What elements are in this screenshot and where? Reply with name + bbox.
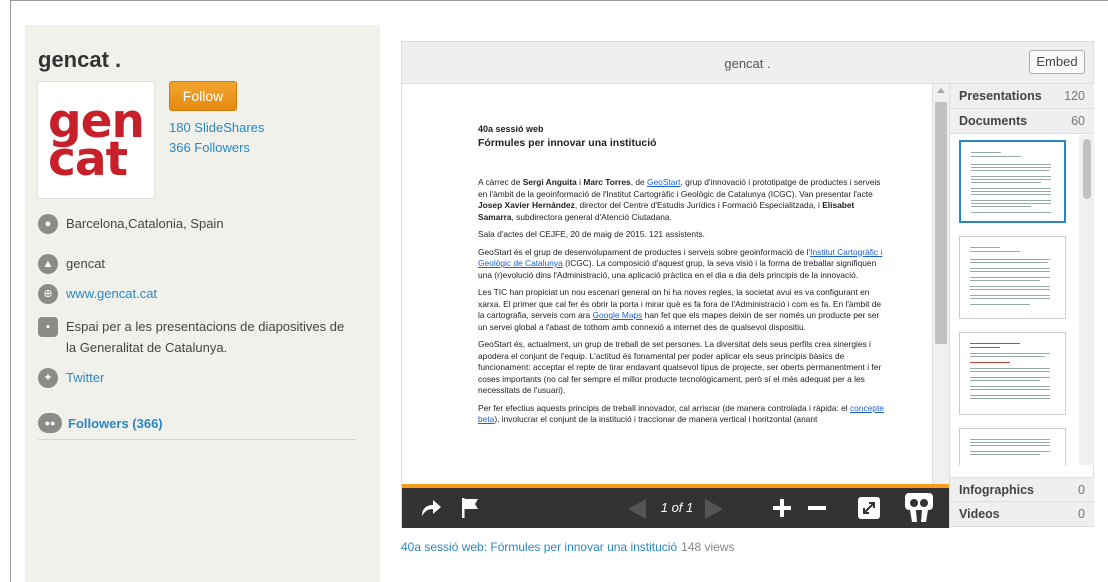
profile-description: Espai per a les presentacions de diaposi… bbox=[66, 319, 345, 355]
documents-label: Documents bbox=[959, 114, 1028, 128]
player-title: gencat . bbox=[724, 56, 771, 71]
zoom-out-icon[interactable] bbox=[808, 499, 826, 517]
view-count: 148 views bbox=[681, 540, 735, 554]
flag-icon[interactable] bbox=[460, 497, 480, 519]
doc-paragraph-6: Per fer efectius aquests principis de tr… bbox=[478, 402, 884, 425]
followers-link[interactable]: 366 Followers bbox=[169, 140, 250, 155]
followers-section-label: Followers (366) bbox=[68, 415, 163, 431]
player-controls: 1 of 1 bbox=[402, 488, 949, 528]
id-card-icon: ▪ bbox=[38, 317, 58, 337]
follow-button[interactable]: Follow bbox=[169, 81, 237, 111]
twitter-link[interactable]: Twitter bbox=[66, 367, 104, 388]
document-thumbnails bbox=[950, 135, 1094, 465]
documents-count: 60 bbox=[1071, 114, 1085, 128]
thumbnail-item[interactable] bbox=[959, 428, 1066, 465]
document-scroll-thumb[interactable] bbox=[935, 102, 947, 344]
videos-label: Videos bbox=[959, 507, 1000, 521]
thumbnail-item[interactable] bbox=[959, 236, 1066, 319]
person-icon: ▲ bbox=[38, 254, 58, 274]
player-header: gencat . Embed bbox=[402, 42, 1093, 84]
thumbnail-item[interactable] bbox=[959, 332, 1066, 415]
location-row: ● Barcelona,Catalonia, Spain bbox=[38, 213, 224, 234]
doc-paragraph-3: GeoStart és el grup de desenvolupament d… bbox=[478, 246, 883, 280]
document-page: 40a sessió web Fórmules per innovar una … bbox=[478, 124, 888, 432]
followers-section-row[interactable]: ●● Followers (366) bbox=[38, 413, 163, 433]
location-text: Barcelona,Catalonia, Spain bbox=[66, 216, 224, 231]
doc-paragraph-5: GeoStart és, actualment, un grup de treb… bbox=[478, 339, 882, 395]
tab-infographics[interactable]: Infographics 0 bbox=[950, 477, 1094, 502]
website-link[interactable]: www.gencat.cat bbox=[66, 283, 157, 304]
tab-videos[interactable]: Videos 0 bbox=[950, 502, 1094, 527]
videos-count: 0 bbox=[1078, 507, 1085, 521]
globe-icon: ⊕ bbox=[38, 284, 58, 304]
document-title-link[interactable]: 40a sessió web: Fórmules per innovar una… bbox=[401, 540, 677, 554]
zoom-in-icon[interactable] bbox=[773, 499, 791, 517]
presentations-count: 120 bbox=[1064, 89, 1085, 103]
sidebar-divider bbox=[38, 439, 356, 440]
profile-sidebar: gencat . gen cat Follow 180 SlideShares … bbox=[25, 25, 380, 582]
content-type-panel: Presentations 120 Documents 60 Infograph… bbox=[949, 84, 1094, 528]
org-row: ▲ gencat bbox=[38, 253, 105, 274]
tab-presentations[interactable]: Presentations 120 bbox=[950, 84, 1094, 109]
page-counter: 1 of 1 bbox=[660, 500, 694, 515]
document-scrollbar[interactable] bbox=[932, 84, 949, 484]
org-name: gencat bbox=[66, 256, 106, 271]
doc-heading-title: Fórmules per innovar una institució bbox=[478, 136, 657, 149]
twitter-icon: ✦ bbox=[38, 368, 58, 388]
group-icon: ●● bbox=[38, 413, 62, 433]
doc-heading-session: 40a sessió web bbox=[478, 124, 544, 134]
embed-button[interactable]: Embed bbox=[1029, 50, 1085, 74]
fullscreen-icon[interactable] bbox=[858, 497, 880, 519]
doc-paragraph-2: Sala d'actes del CEJFE, 20 de maig de 20… bbox=[478, 229, 705, 239]
doc-paragraph-4: Les TIC han propiciat un nou escenari ge… bbox=[478, 287, 882, 332]
location-pin-icon: ● bbox=[38, 214, 58, 234]
profile-name: gencat . bbox=[38, 47, 122, 72]
website-row: ⊕ www.gencat.cat bbox=[38, 283, 157, 304]
profile-avatar[interactable]: gen cat bbox=[37, 81, 155, 199]
slideshare-logo-icon[interactable] bbox=[904, 492, 934, 524]
thumbnails-scroll-thumb[interactable] bbox=[1083, 139, 1091, 199]
document-viewer[interactable]: 40a sessió web Fórmules per innovar una … bbox=[402, 84, 932, 484]
slideshares-link[interactable]: 180 SlideShares bbox=[169, 120, 264, 135]
logo-text-cat: cat bbox=[48, 132, 128, 187]
scroll-up-icon[interactable] bbox=[937, 88, 945, 93]
description-row: ▪ Espai per a les presentacions de diapo… bbox=[38, 316, 348, 358]
document-player: gencat . Embed 40a sessió web Fórmules p… bbox=[401, 41, 1094, 528]
previous-page-icon[interactable] bbox=[628, 499, 646, 519]
document-caption: 40a sessió web: Fórmules per innovar una… bbox=[401, 540, 735, 554]
thumbnails-scrollbar[interactable] bbox=[1079, 135, 1094, 465]
doc-link-google-maps[interactable]: Google Maps bbox=[593, 310, 643, 320]
doc-paragraph-1: A càrrec de Sergi Anguita i Marc Torres,… bbox=[478, 177, 881, 222]
tab-documents[interactable]: Documents 60 bbox=[950, 109, 1094, 134]
infographics-label: Infographics bbox=[959, 483, 1035, 497]
thumbnail-item[interactable] bbox=[959, 140, 1066, 223]
next-page-icon[interactable] bbox=[705, 499, 723, 519]
presentations-label: Presentations bbox=[959, 89, 1042, 103]
share-icon[interactable] bbox=[420, 498, 442, 518]
infographics-count: 0 bbox=[1078, 483, 1085, 497]
doc-link-geostart[interactable]: GeoStart bbox=[647, 177, 681, 187]
twitter-row: ✦ Twitter bbox=[38, 367, 104, 388]
